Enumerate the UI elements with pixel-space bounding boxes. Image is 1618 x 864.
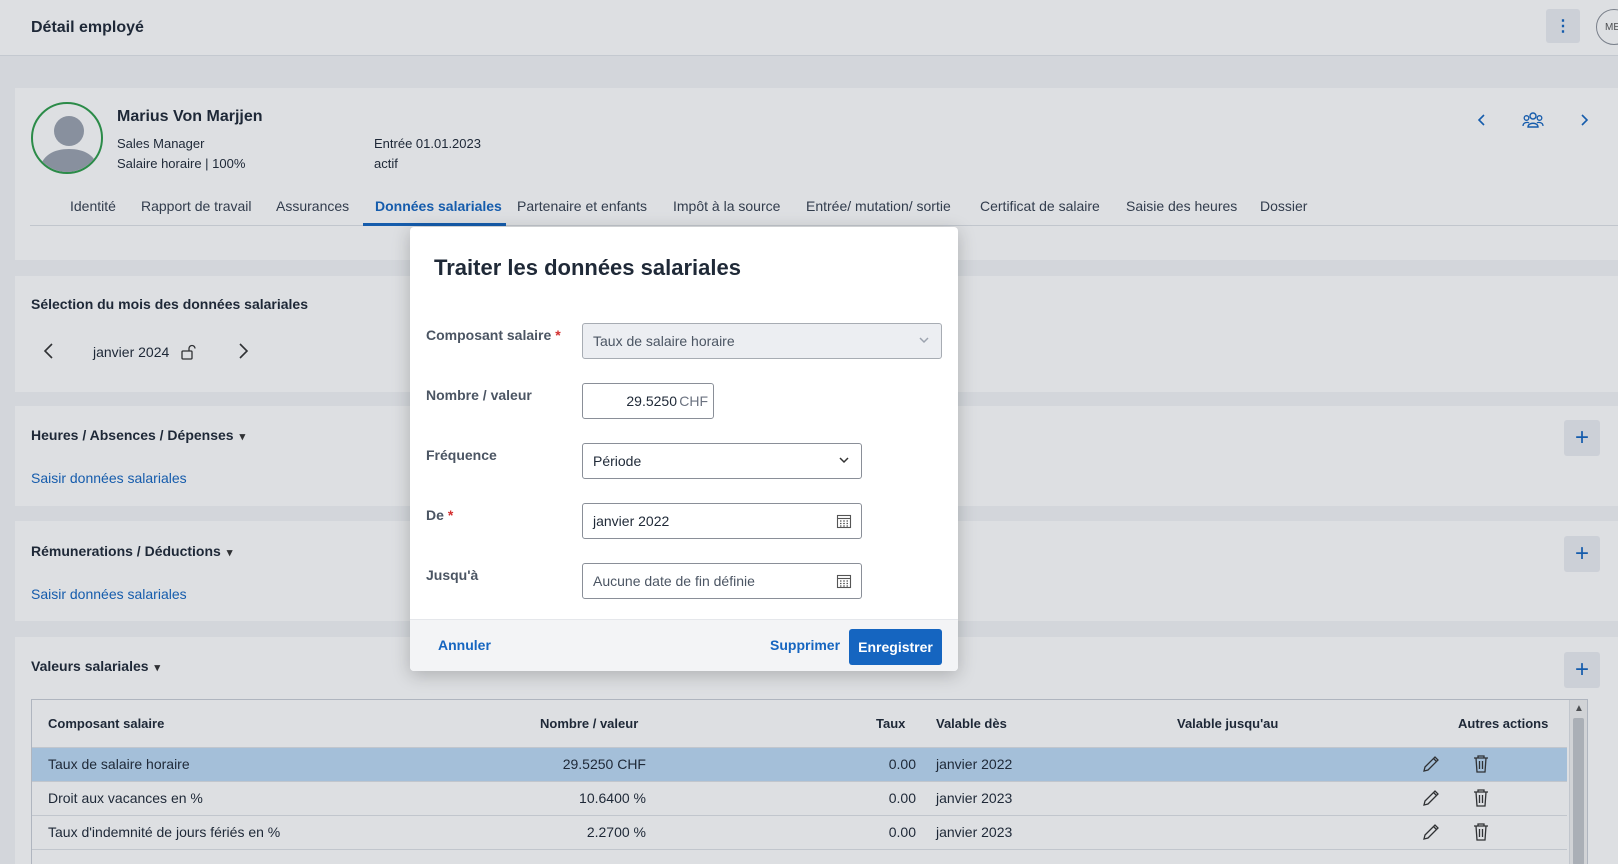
from-date-value: janvier 2022	[593, 513, 670, 529]
until-date-input[interactable]: Aucune date de fin définie	[582, 563, 862, 599]
component-label-text: Composant salaire	[426, 327, 552, 343]
chevron-down-icon	[917, 333, 931, 350]
component-select-value: Taux de salaire horaire	[593, 333, 735, 349]
until-date-placeholder: Aucune date de fin définie	[593, 573, 755, 589]
save-button[interactable]: Enregistrer	[849, 629, 942, 665]
frequency-label: Fréquence	[426, 447, 497, 463]
from-label: De *	[426, 507, 453, 523]
until-label: Jusqu'à	[426, 567, 479, 583]
amount-value: 29.5250	[626, 393, 677, 409]
dialog-title: Traiter les données salariales	[434, 255, 741, 280]
frequency-select[interactable]: Période	[582, 443, 862, 479]
delete-button[interactable]: Supprimer	[770, 637, 840, 653]
edit-salary-data-dialog: Traiter les données salariales Composant…	[410, 227, 958, 671]
required-marker: *	[447, 507, 454, 523]
dialog-footer: Annuler Supprimer Enregistrer	[410, 619, 958, 671]
calendar-icon[interactable]	[836, 513, 852, 532]
component-label: Composant salaire *	[426, 327, 561, 343]
calendar-icon[interactable]	[836, 573, 852, 592]
amount-unit: CHF	[679, 393, 708, 409]
amount-input[interactable]: 29.5250 CHF	[582, 383, 714, 419]
amount-label: Nombre / valeur	[426, 387, 532, 403]
required-marker: *	[555, 327, 561, 343]
from-label-text: De	[426, 507, 444, 523]
component-select: Taux de salaire horaire	[582, 323, 942, 359]
frequency-select-value: Période	[593, 453, 642, 469]
from-date-input[interactable]: janvier 2022	[582, 503, 862, 539]
chevron-down-icon	[837, 453, 851, 470]
cancel-button[interactable]: Annuler	[438, 637, 491, 653]
